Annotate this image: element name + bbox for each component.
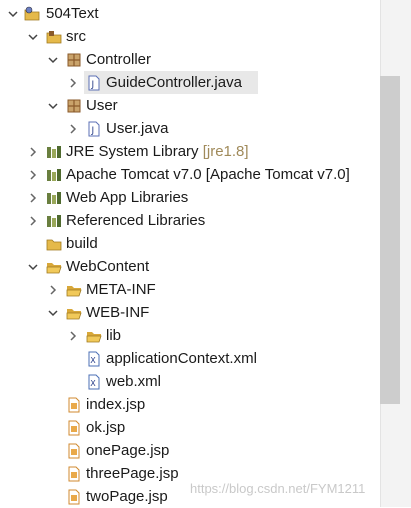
chevron-right-icon[interactable] [27,146,39,158]
folder-open-icon [66,286,82,297]
tree-item-label: 504Text [46,5,99,22]
tree-item-file-user[interactable]: J User.java [0,117,380,140]
svg-text:J: J [91,126,95,136]
chevron-down-icon[interactable] [27,261,39,273]
tree-item-project[interactable]: 504Text [0,2,380,25]
svg-text:X: X [90,379,96,388]
tree-item-file-application-context[interactable]: X applicationContext.xml [0,347,380,370]
chevron-right-icon[interactable] [27,215,39,227]
tree-item-webapp-libraries[interactable]: Web App Libraries [0,186,380,209]
chevron-down-icon[interactable] [47,307,59,319]
chevron-right-icon[interactable] [47,284,59,296]
jsp-file-icon [68,489,80,505]
source-folder-icon [46,31,62,44]
tree-item-label: build [66,235,98,252]
library-icon [47,215,61,227]
chevron-down-icon[interactable] [47,54,59,66]
tree-item-label: onePage.jsp [86,442,170,459]
tree-item-package-user[interactable]: User [0,94,380,117]
scrollbar-thumb[interactable] [380,76,400,404]
jre-label: JRE System Library [66,143,203,160]
tree-item-label: WebContent [66,258,150,275]
tree-item-label: ok.jsp [86,419,126,436]
folder-open-icon [86,332,102,343]
tree-item-folder-lib[interactable]: lib [0,324,380,347]
tree-item-file-web-xml[interactable]: X web.xml [0,370,380,393]
package-icon [67,53,81,67]
chevron-right-icon[interactable] [67,77,79,89]
xml-file-icon: X [88,374,100,390]
svg-text:J: J [91,80,95,90]
tree-item-label: Controller [86,51,152,68]
tree-item-label: Referenced Libraries [66,212,206,229]
chevron-down-icon[interactable] [47,100,59,112]
jsp-file-icon [68,397,80,413]
package-icon [67,99,81,113]
tree-item-folder-webcontent[interactable]: WebContent [0,255,380,278]
tree-item-label: User [86,97,118,114]
tree-item-label: WEB-INF [86,304,150,321]
tree-item-file-one-page-jsp[interactable]: onePage.jsp [0,439,380,462]
java-file-icon: J [88,121,100,137]
tree-item-folder-build[interactable]: build [0,232,380,255]
tree-item-label: src [66,28,86,45]
tree-item-label: threePage.jsp [86,465,179,482]
tree-item-label: JRE System Library [jre1.8] [66,140,249,163]
tree-item-label: GuideController.java [106,74,242,91]
project-explorer-tree: 504Text src Controller J GuideController… [0,0,380,507]
tree-item-label: Apache Tomcat v7.0 [Apache Tomcat v7.0] [66,166,350,183]
java-file-icon: J [88,75,100,91]
project-icon [24,6,40,21]
tree-item-file-index-jsp[interactable]: index.jsp [0,393,380,416]
tree-item-file-guide-controller[interactable]: J GuideController.java [0,71,380,94]
chevron-right-icon[interactable] [27,169,39,181]
chevron-right-icon[interactable] [67,330,79,342]
jsp-file-icon [68,443,80,459]
chevron-right-icon[interactable] [27,192,39,204]
jre-version-decoration: [jre1.8] [202,143,249,160]
tree-item-referenced-libraries[interactable]: Referenced Libraries [0,209,380,232]
chevron-down-icon[interactable] [7,8,19,20]
jsp-file-icon [68,420,80,436]
watermark-text: https://blog.csdn.net/FYM1211 [190,481,366,496]
tree-item-package-controller[interactable]: Controller [0,48,380,71]
xml-file-icon: X [88,351,100,367]
tree-item-jre-library[interactable]: JRE System Library [jre1.8] [0,140,380,163]
tree-item-label: index.jsp [86,396,146,413]
library-icon [47,146,61,158]
tree-item-label: twoPage.jsp [86,488,168,505]
jsp-file-icon [68,466,80,482]
chevron-right-icon[interactable] [67,123,79,135]
folder-open-icon [66,309,82,320]
tree-item-label: User.java [106,120,169,137]
tree-item-label: web.xml [106,373,162,390]
folder-icon [46,239,62,251]
tree-item-label: Web App Libraries [66,189,189,206]
folder-open-icon [46,263,62,274]
library-icon [47,169,61,181]
tree-item-label: lib [106,327,122,344]
tree-item-folder-meta-inf[interactable]: META-INF [0,278,380,301]
tree-item-file-ok-jsp[interactable]: ok.jsp [0,416,380,439]
tree-item-label: applicationContext.xml [106,350,257,367]
tree-item-folder-web-inf[interactable]: WEB-INF [0,301,380,324]
tree-item-tomcat-library[interactable]: Apache Tomcat v7.0 [Apache Tomcat v7.0] [0,163,380,186]
svg-text:X: X [90,356,96,365]
chevron-down-icon[interactable] [27,31,39,43]
tree-item-label: META-INF [86,281,156,298]
tree-item-src[interactable]: src [0,25,380,48]
library-icon [47,192,61,204]
